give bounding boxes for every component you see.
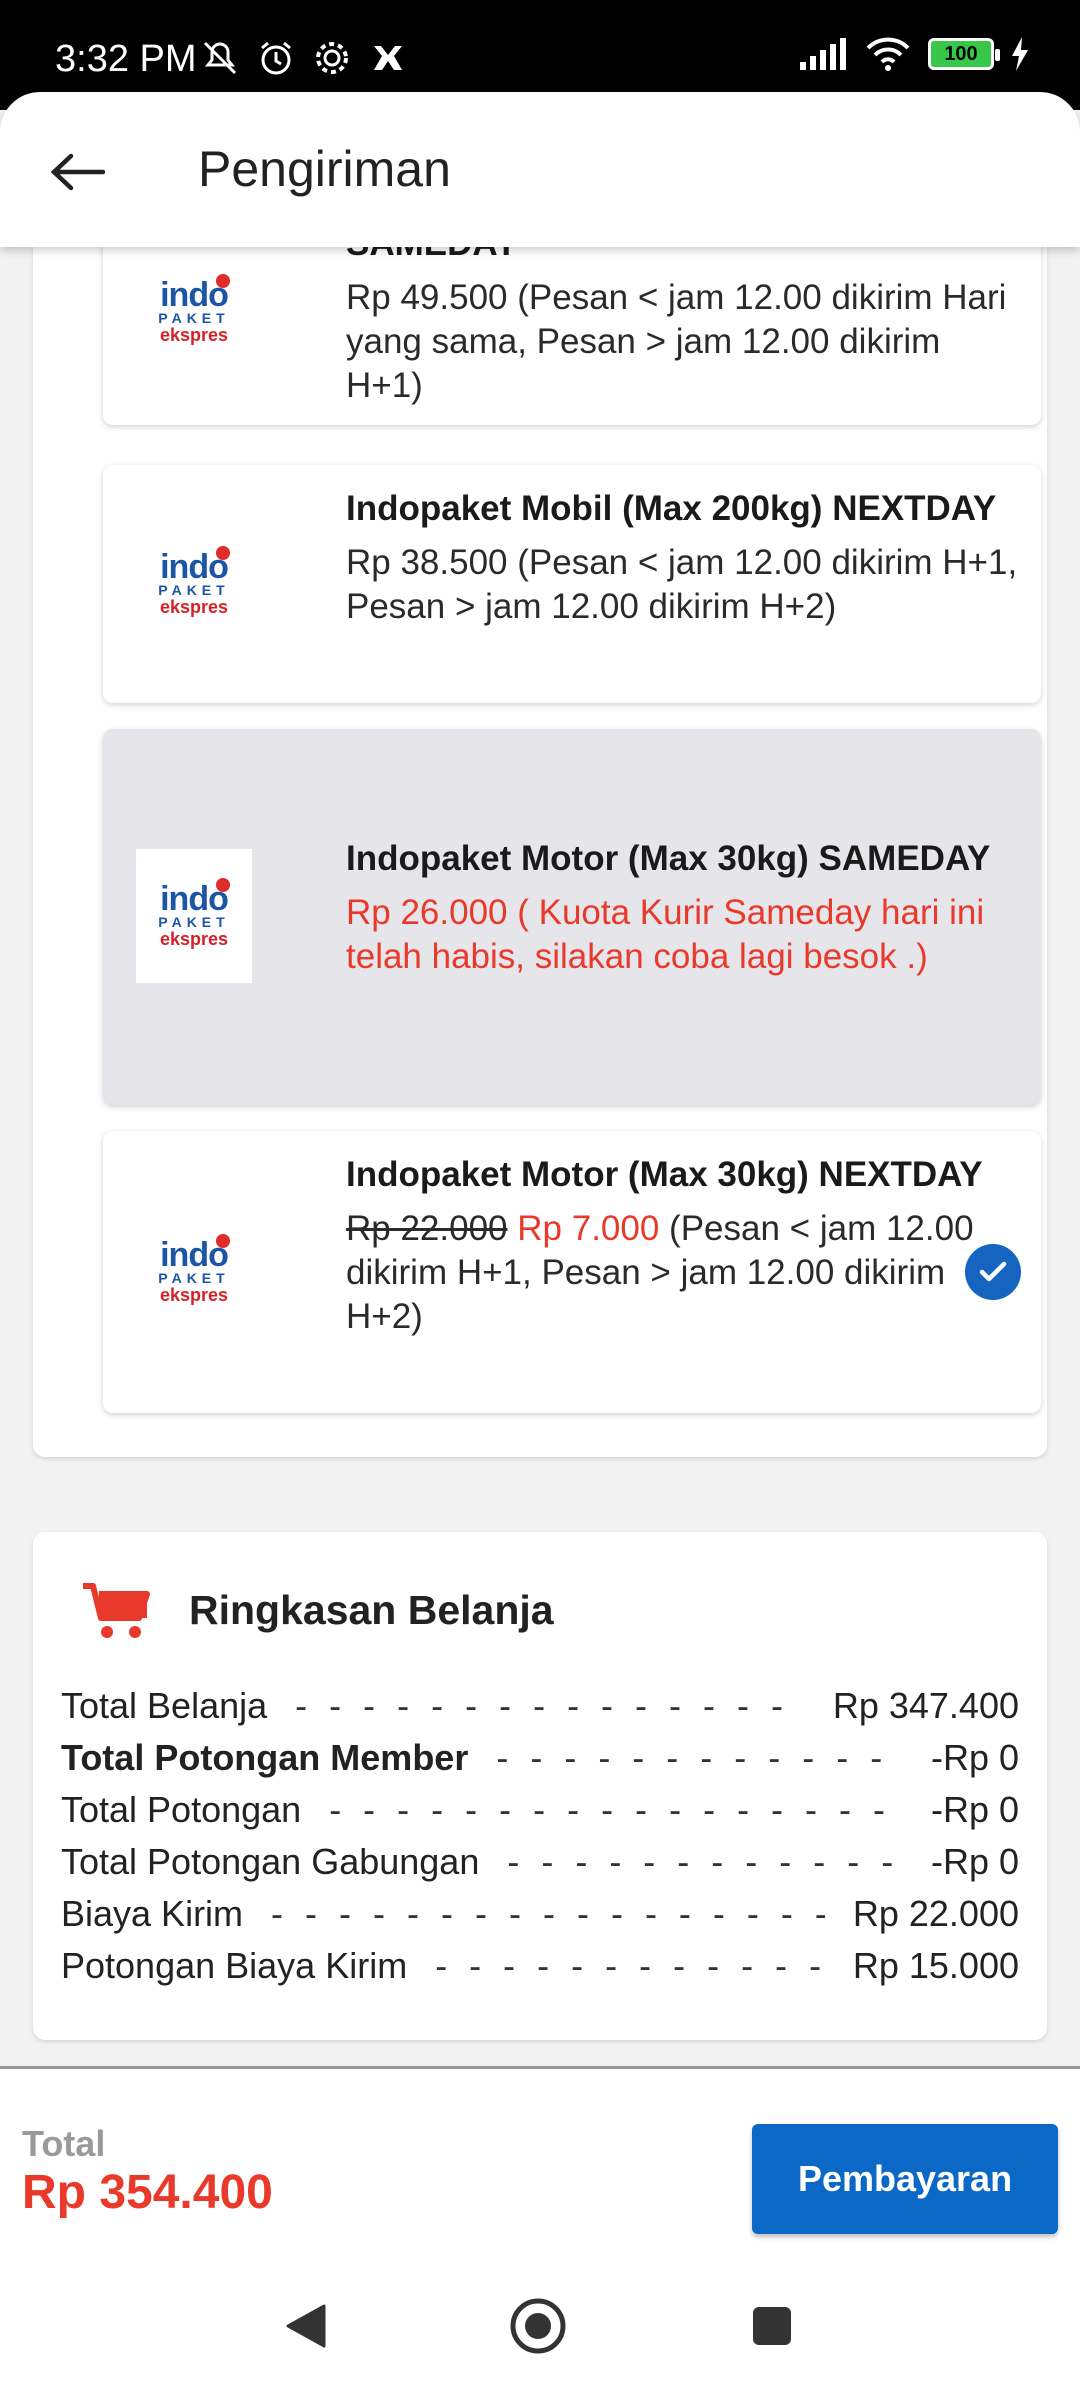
nav-back-button[interactable] <box>276 2296 336 2356</box>
option-description: Rp 26.000 ( Kuota Kurir Sameday hari ini… <box>346 893 985 976</box>
triangle-back-icon <box>286 2304 326 2348</box>
signal-icon <box>800 38 846 70</box>
cart-icon <box>83 1583 150 1638</box>
back-button[interactable] <box>42 137 112 207</box>
shipping-option-4[interactable]: indo PAKET ekspres Indopaket Motor (Max … <box>103 1131 1041 1413</box>
option-title: Indopaket Motor (Max 30kg) SAMEDAY <box>346 839 991 878</box>
status-right-icons: 100 <box>798 36 1030 72</box>
summary-row-value: Rp 347.400 <box>832 1685 1019 1726</box>
battery-icon: 100 <box>928 38 1000 70</box>
summary-row-value: -Rp 0 <box>930 1789 1019 1830</box>
indopaket-logo: indo PAKET ekspres <box>136 849 252 983</box>
option-description: Rp 38.500 (Pesan < jam 12.00 dikirim H+1… <box>346 543 1018 626</box>
indopaket-logo: indo PAKET ekspres <box>158 546 230 617</box>
summary-row-value: Rp 15.000 <box>852 1945 1019 1986</box>
shipping-option-2[interactable]: indo PAKET ekspres Indopaket Mobil (Max … <box>103 465 1041 703</box>
summary-row: Potongan Biaya Kirim - - - - - - - - - - … <box>61 1940 1019 1992</box>
summary-row-label: Total Belanja <box>61 1685 268 1726</box>
shipping-option-1[interactable]: indo PAKET ekspres SAMEDAY Rp 49.500 (Pe… <box>103 247 1041 425</box>
shipping-option-3: indo PAKET ekspres Indopaket Motor (Max … <box>103 729 1041 1105</box>
shipping-options-panel: indo PAKET ekspres SAMEDAY Rp 49.500 (Pe… <box>33 247 1047 1457</box>
summary-row-label: Potongan Biaya Kirim <box>61 1945 408 1986</box>
summary-row-label: Total Potongan Member <box>61 1737 469 1778</box>
summary-header: Ringkasan Belanja <box>81 1580 554 1640</box>
indopaket-logo: indo PAKET ekspres <box>158 1234 230 1305</box>
alarm-icon <box>261 41 291 75</box>
order-summary-card: Ringkasan Belanja Total Belanja - - - - -… <box>33 1532 1047 2040</box>
page-title: Pengiriman <box>198 141 451 197</box>
summary-row: Biaya Kirim - - - - - - - - - - - - - - -… <box>61 1888 1019 1940</box>
total-label: Total <box>22 2123 106 2164</box>
option-title: SAMEDAY <box>346 247 1026 266</box>
option-text: SAMEDAY Rp 49.500 (Pesan < jam 12.00 dik… <box>346 247 1026 408</box>
dotted-leader: - - - - - - - - - - - - - - - - - - - - … <box>329 1789 903 1830</box>
notification-icon <box>374 46 402 70</box>
dotted-leader: - - - - - - - - - - - - - - - - - - - - … <box>295 1685 805 1726</box>
nav-home-button[interactable] <box>508 2296 568 2356</box>
indopaket-logo: indo PAKET ekspres <box>158 274 230 345</box>
charging-icon <box>1012 37 1028 71</box>
summary-title: Ringkasan Belanja <box>189 1586 554 1633</box>
option-text: Indopaket Mobil (Max 200kg) NEXTDAY Rp 3… <box>346 487 1026 629</box>
dotted-leader: - - - - - - - - - - - - - - - - - - - - … <box>271 1893 825 1934</box>
option-title: Indopaket Mobil (Max 200kg) NEXTDAY <box>346 489 997 528</box>
dotted-leader: - - - - - - - - - - - - - - - - - - - - … <box>507 1841 903 1882</box>
summary-row-value: -Rp 0 <box>930 1841 1019 1882</box>
summary-row-label: Total Potongan <box>61 1789 302 1830</box>
circle-home-icon <box>510 2298 566 2354</box>
summary-row-label: Biaya Kirim <box>61 1893 244 1934</box>
payment-button[interactable]: Pembayaran <box>752 2124 1058 2234</box>
checkout-bar: Total Rp 354.400 Pembayaran <box>0 2066 1080 2251</box>
dotted-leader: - - - - - - - - - - - - - - - - - - - - … <box>496 1737 903 1778</box>
summary-row: Total Potongan Member - - - - - - - - - -… <box>61 1732 1019 1784</box>
summary-row-value: Rp 22.000 <box>852 1893 1019 1934</box>
settings-icon <box>316 42 348 74</box>
arrow-left-icon <box>50 153 105 191</box>
app-header: Pengiriman <box>0 92 1080 247</box>
status-time: 3:32 PM <box>55 38 197 80</box>
summary-row-value: -Rp 0 <box>930 1737 1019 1778</box>
dotted-leader: - - - - - - - - - - - - - - - - - - - - … <box>435 1945 825 1986</box>
option-text: Indopaket Motor (Max 30kg) SAMEDAY Rp 26… <box>346 837 1026 979</box>
option-text: Indopaket Motor (Max 30kg) NEXTDAY Rp 22… <box>346 1153 986 1339</box>
wifi-icon <box>866 37 910 71</box>
total-value: Rp 354.400 <box>22 2166 273 2219</box>
status-left-icons <box>200 38 408 78</box>
nav-recents-button[interactable] <box>742 2296 802 2356</box>
summary-row: Total Potongan Gabungan - - - - - - - - -… <box>61 1836 1019 1888</box>
old-price: Rp 22.000 <box>346 1209 508 1248</box>
selected-check-icon[interactable] <box>965 1244 1021 1300</box>
summary-row: Total Belanja - - - - - - - - - - - - - -… <box>61 1680 1019 1732</box>
content-scroll-area[interactable]: indo PAKET ekspres SAMEDAY Rp 49.500 (Pe… <box>0 247 1080 2065</box>
summary-row: Total Potongan - - - - - - - - - - - - - … <box>61 1784 1019 1836</box>
option-description: Rp 49.500 (Pesan < jam 12.00 dikirim Har… <box>346 278 1007 405</box>
option-description: Rp 22.000 Rp 7.000 (Pesan < jam 12.00 di… <box>346 1207 986 1339</box>
system-nav-bar <box>0 2251 1080 2400</box>
mute-icon <box>203 41 237 75</box>
summary-row-label: Total Potongan Gabungan <box>61 1841 480 1882</box>
discounted-price: Rp 7.000 <box>517 1209 660 1248</box>
option-title: Indopaket Motor (Max 30kg) NEXTDAY <box>346 1155 983 1194</box>
square-recents-icon <box>753 2307 791 2345</box>
